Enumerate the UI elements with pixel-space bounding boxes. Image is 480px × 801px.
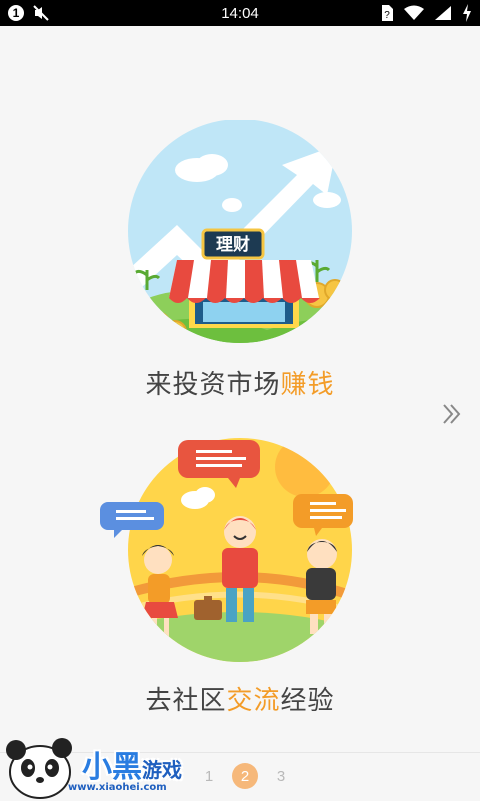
watermark-url: www.xiaohei.com — [68, 782, 167, 793]
svg-text:?: ? — [384, 10, 390, 21]
watermark-brand-suffix: 游戏 — [142, 758, 182, 782]
slide-2-caption-text-end: 经验 — [280, 686, 335, 716]
status-bar: 1 14:04 ? — [0, 0, 480, 26]
sim-unknown-icon: ? — [382, 5, 393, 21]
investment-market-illustration: 理财 — [128, 120, 352, 343]
community-exchange-illustration — [100, 438, 353, 662]
page-indicator: 1 2 3 — [196, 763, 294, 789]
mute-icon — [33, 5, 49, 21]
panda-mascot-icon — [6, 738, 72, 799]
notification-count-badge: 1 — [8, 5, 24, 21]
watermark-brand-name: 小黑 — [82, 750, 142, 785]
page-dot-3[interactable]: 3 — [268, 763, 294, 789]
chevron-double-right-icon[interactable] — [440, 402, 464, 426]
watermark: 小黑游戏 www.xiaohei.com — [0, 722, 200, 800]
slide-1-caption-text: 来投资市场 — [145, 370, 281, 400]
battery-charging-icon — [463, 4, 471, 22]
slide-2-caption-text: 去社区 — [145, 686, 227, 716]
slide-1-caption-highlight: 赚钱 — [280, 370, 335, 400]
wifi-icon — [404, 5, 424, 20]
slide-1-caption: 来投资市场赚钱 — [0, 364, 480, 401]
watermark-brand: 小黑游戏 — [82, 742, 182, 786]
shop-sign-text: 理财 — [216, 234, 250, 255]
status-time: 14:04 — [221, 4, 259, 22]
signal-icon — [435, 6, 451, 20]
slide-2-caption: 去社区交流经验 — [0, 680, 480, 717]
page-dot-2-active[interactable]: 2 — [232, 763, 258, 789]
slide-2-caption-highlight: 交流 — [226, 686, 281, 716]
